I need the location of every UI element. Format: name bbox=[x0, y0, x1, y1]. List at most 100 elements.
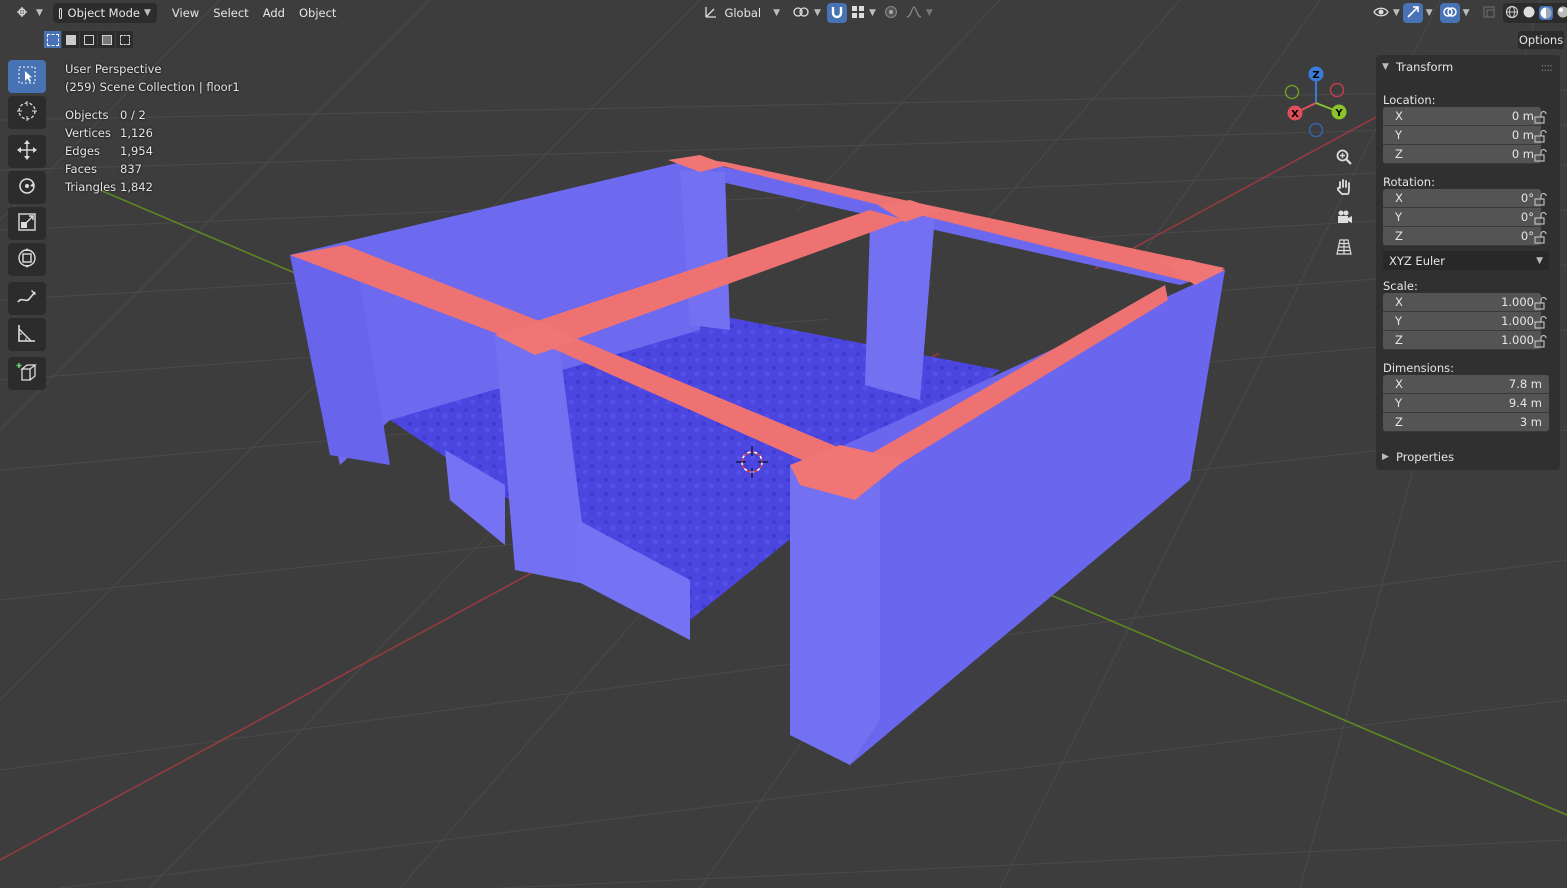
gizmo-x-label: X bbox=[1291, 109, 1299, 120]
select-extend-button[interactable] bbox=[62, 31, 79, 48]
3d-viewport[interactable]: Z X Y bbox=[0, 0, 1567, 888]
snap-toggle[interactable] bbox=[826, 3, 847, 23]
unlocked-padlock-icon[interactable] bbox=[1533, 315, 1547, 329]
unlocked-padlock-icon[interactable] bbox=[1533, 334, 1547, 348]
rotation-mode-select[interactable]: XYZ Euler ▼ bbox=[1383, 251, 1549, 270]
pivot-point-button[interactable]: ▼ bbox=[786, 3, 827, 23]
location-x-field[interactable]: X 0 m bbox=[1383, 107, 1541, 126]
mode-selector[interactable]: Object Mode ▼ bbox=[52, 3, 157, 23]
orientation-icon bbox=[704, 5, 718, 22]
tool-add-cube[interactable] bbox=[8, 357, 46, 390]
drag-handle-icon[interactable]: :::: bbox=[1541, 60, 1553, 74]
chevron-down-icon: ▼ bbox=[1462, 8, 1470, 18]
gizmo-icon bbox=[1406, 5, 1420, 22]
unlocked-padlock-icon[interactable] bbox=[1533, 192, 1547, 206]
zoom-button[interactable] bbox=[1331, 145, 1357, 171]
unlocked-padlock-icon[interactable] bbox=[1533, 129, 1547, 143]
xray-toggle[interactable] bbox=[1479, 3, 1499, 23]
unlocked-padlock-icon[interactable] bbox=[1533, 211, 1547, 225]
chevron-down-icon: ▼ bbox=[1536, 255, 1543, 266]
scale-y-field[interactable]: Y 1.000 bbox=[1383, 312, 1541, 331]
unlocked-padlock-icon[interactable] bbox=[1533, 148, 1547, 162]
unlocked-padlock-icon[interactable] bbox=[1533, 230, 1547, 244]
unlocked-padlock-icon[interactable] bbox=[1533, 296, 1547, 310]
select-intersect-button[interactable] bbox=[116, 31, 133, 48]
tool-select-box[interactable] bbox=[8, 60, 46, 93]
tool-transform[interactable] bbox=[8, 243, 46, 276]
transform-panel-header[interactable]: ▼ Transform :::: bbox=[1376, 55, 1560, 79]
dimensions-z-field[interactable]: Z 3 m bbox=[1383, 413, 1549, 432]
location-y-field[interactable]: Y 0 m bbox=[1383, 126, 1541, 145]
axis-label: Z bbox=[1395, 415, 1403, 429]
axis-label: Y bbox=[1395, 128, 1403, 142]
rendered-shading-icon[interactable] bbox=[1556, 5, 1567, 22]
overlays-dropdown[interactable]: ▼ bbox=[1460, 3, 1473, 23]
dimensions-x-field[interactable]: X 7.8 m bbox=[1383, 375, 1549, 394]
material-preview-icon[interactable] bbox=[1538, 6, 1553, 20]
rotation-y-field[interactable]: Y 0° bbox=[1383, 208, 1541, 227]
gizmo-z-label: Z bbox=[1312, 70, 1319, 81]
orientation-label: Global bbox=[724, 6, 762, 20]
select-invert-button[interactable] bbox=[98, 31, 115, 48]
scale-x-field[interactable]: X 1.000 bbox=[1383, 293, 1541, 312]
perspective-toggle-button[interactable] bbox=[1331, 235, 1357, 261]
menu-add[interactable]: Add bbox=[256, 3, 292, 23]
stat-row-triangles: Triangles 1,842 bbox=[65, 178, 153, 196]
stat-row-faces: Faces 837 bbox=[65, 160, 153, 178]
chevron-down-icon: ▼ bbox=[1425, 8, 1433, 18]
axis-label: X bbox=[1395, 109, 1403, 123]
solid-shading-icon[interactable] bbox=[1522, 5, 1536, 22]
camera-view-button[interactable] bbox=[1331, 205, 1357, 231]
shading-modes bbox=[1502, 3, 1567, 23]
rotation-x-field[interactable]: X 0° bbox=[1383, 189, 1541, 208]
object-mode-icon bbox=[58, 7, 62, 19]
visibility-button[interactable]: ▼ bbox=[1370, 3, 1403, 23]
grid-perspective-icon bbox=[1335, 238, 1353, 259]
gizmos-dropdown[interactable]: ▼ bbox=[1423, 3, 1436, 23]
tool-annotate[interactable] bbox=[8, 282, 46, 315]
viewport-navigation bbox=[1331, 145, 1359, 265]
tool-measure[interactable] bbox=[8, 318, 46, 351]
snap-grid-icon bbox=[851, 5, 865, 22]
chevron-down-icon: ▼ bbox=[773, 8, 781, 18]
select-invert-icon bbox=[101, 34, 112, 45]
viewport-info: User Perspective (259) Scene Collection … bbox=[65, 60, 240, 96]
axis-label: Z bbox=[1395, 333, 1403, 347]
stat-label: Edges bbox=[65, 144, 100, 158]
editor-type-button[interactable]: ▼ bbox=[10, 3, 49, 23]
overlays-toggle[interactable] bbox=[1439, 3, 1460, 23]
rotate-icon bbox=[16, 175, 38, 200]
options-button[interactable]: Options bbox=[1518, 31, 1564, 49]
properties-title: Properties bbox=[1396, 450, 1455, 464]
tool-cursor[interactable] bbox=[8, 96, 46, 129]
move-arrows-icon bbox=[16, 139, 38, 164]
tool-rotate[interactable] bbox=[8, 171, 46, 204]
menu-view[interactable]: View bbox=[165, 3, 206, 23]
gizmos-toggle[interactable] bbox=[1402, 3, 1423, 23]
tool-move[interactable] bbox=[8, 135, 46, 168]
transform-orientation-selector[interactable]: Global ▼ bbox=[698, 3, 786, 23]
snap-target-button[interactable]: ▼ bbox=[847, 3, 880, 23]
dimensions-y-field[interactable]: Y 9.4 m bbox=[1383, 394, 1549, 413]
menu-object[interactable]: Object bbox=[292, 3, 343, 23]
unlocked-padlock-icon[interactable] bbox=[1533, 110, 1547, 124]
proportional-editing-toggle[interactable] bbox=[880, 3, 902, 23]
chevron-down-icon: ▼ bbox=[36, 8, 43, 18]
properties-panel-header[interactable]: ▶ Properties bbox=[1376, 445, 1560, 469]
scale-z-field[interactable]: Z 1.000 bbox=[1383, 331, 1541, 350]
select-subtract-button[interactable] bbox=[80, 31, 97, 48]
tool-scale[interactable] bbox=[8, 207, 46, 240]
chevron-down-icon: ▼ bbox=[925, 8, 933, 18]
menu-select[interactable]: Select bbox=[206, 3, 255, 23]
axis-label: Y bbox=[1395, 314, 1403, 328]
axis-label: Y bbox=[1395, 210, 1403, 224]
rotation-z-field[interactable]: Z 0° bbox=[1383, 227, 1541, 246]
selection-mode-buttons bbox=[44, 31, 133, 48]
stat-row-vertices: Vertices 1,126 bbox=[65, 124, 153, 142]
wireframe-shading-icon[interactable] bbox=[1505, 5, 1519, 22]
pan-button[interactable] bbox=[1331, 175, 1357, 201]
select-new-button[interactable] bbox=[44, 31, 61, 48]
falloff-button[interactable]: ▼ bbox=[902, 3, 937, 23]
location-z-field[interactable]: Z 0 m bbox=[1383, 145, 1541, 164]
chevron-down-icon: ▼ bbox=[1382, 62, 1389, 72]
